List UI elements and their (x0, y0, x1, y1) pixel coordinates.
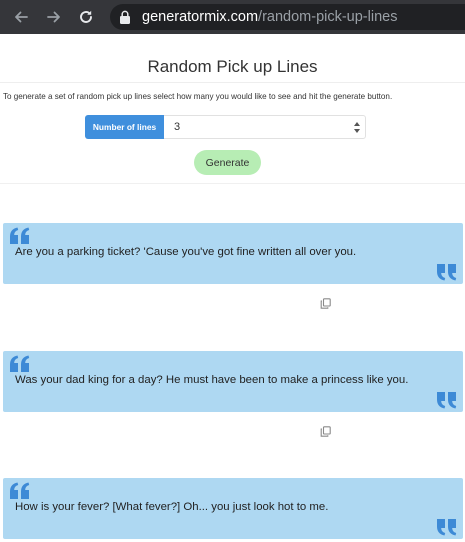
result-card: Was your dad king for a day? He must hav… (3, 351, 463, 412)
lock-icon (120, 10, 130, 24)
number-of-lines-group: Number of lines 3 (85, 115, 366, 139)
page-title: Random Pick up Lines (147, 57, 318, 76)
close-quote-icon (437, 519, 457, 536)
address-bar[interactable]: generatormix.com/random-pick-up-lines (110, 4, 465, 30)
browser-toolbar: generatormix.com/random-pick-up-lines (0, 0, 465, 34)
number-of-lines-value: 3 (174, 121, 181, 133)
result-card: Are you a parking ticket? 'Cause you've … (3, 223, 463, 284)
back-arrow-icon (15, 11, 28, 23)
open-quote-icon (10, 482, 30, 499)
generate-button[interactable]: Generate (194, 150, 261, 175)
section-divider (0, 183, 465, 184)
url-text: generatormix.com/random-pick-up-lines (142, 9, 397, 25)
url-host: generatormix.com (142, 9, 259, 25)
number-of-lines-label: Number of lines (85, 115, 164, 139)
copy-icon[interactable] (320, 426, 331, 437)
pickup-line-text: Are you a parking ticket? 'Cause you've … (15, 246, 357, 258)
result-card: How is your fever? [What fever?] Oh... y… (3, 478, 463, 539)
open-quote-icon (10, 355, 30, 372)
reload-icon (80, 10, 92, 23)
close-quote-icon (437, 392, 457, 409)
number-of-lines-input[interactable]: 3 (164, 115, 366, 139)
copy-icon[interactable] (320, 298, 331, 309)
forward-button[interactable] (42, 5, 66, 29)
pickup-line-text: Was your dad king for a day? He must hav… (15, 374, 409, 386)
number-stepper[interactable] (348, 116, 365, 138)
decrement-icon[interactable] (354, 129, 360, 133)
open-quote-icon (10, 227, 30, 244)
title-divider (0, 82, 465, 83)
forward-arrow-icon (47, 11, 60, 23)
close-quote-icon (437, 264, 457, 281)
increment-icon[interactable] (354, 122, 360, 126)
intro-text: To generate a set of random pick up line… (3, 92, 393, 101)
back-button[interactable] (9, 5, 33, 29)
pickup-line-text: How is your fever? [What fever?] Oh... y… (15, 501, 329, 513)
url-path: /random-pick-up-lines (258, 9, 398, 25)
reload-button[interactable] (74, 5, 98, 29)
